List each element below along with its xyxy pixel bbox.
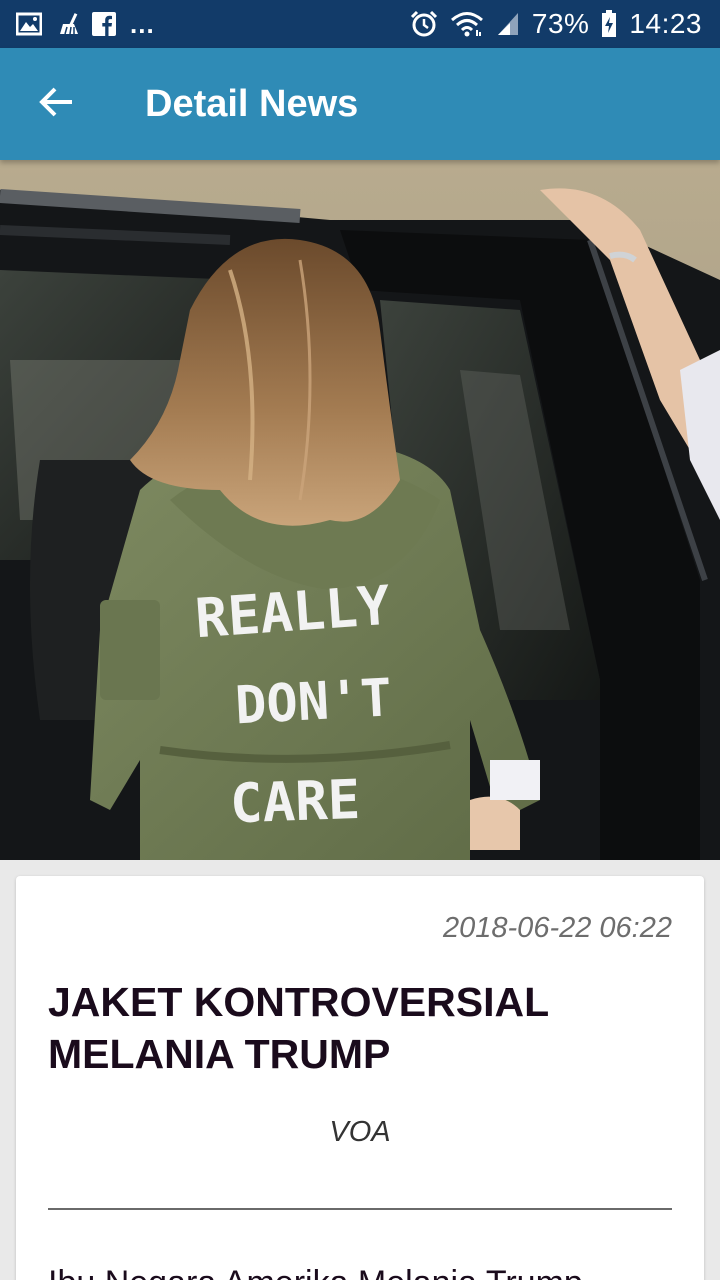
back-button[interactable] bbox=[0, 48, 112, 160]
facebook-icon bbox=[92, 12, 116, 36]
cell-signal-icon bbox=[496, 11, 520, 37]
article-card[interactable]: 2018-06-22 06:22 JAKET KONTROVERSIAL MEL… bbox=[16, 876, 704, 1280]
screen: ... 73% 14:23 Detail News REALLY DON'T C… bbox=[0, 0, 720, 1280]
article-date: 2018-06-22 06:22 bbox=[443, 912, 672, 944]
status-left: ... bbox=[16, 9, 155, 40]
article-photo: REALLY DON'T CARE bbox=[0, 160, 720, 860]
status-right: 73% 14:23 bbox=[410, 8, 702, 40]
broom-icon bbox=[54, 12, 80, 36]
wifi-icon bbox=[450, 10, 484, 38]
svg-text:DON'T: DON'T bbox=[234, 668, 393, 736]
alarm-icon bbox=[410, 10, 438, 38]
status-bar: ... 73% 14:23 bbox=[0, 0, 720, 48]
article-body: Ibu Negara Amerika Melania Trump bbox=[48, 1264, 672, 1280]
battery-percent: 73% bbox=[531, 8, 590, 39]
svg-text:CARE: CARE bbox=[229, 768, 361, 836]
app-title: Detail News bbox=[145, 82, 359, 125]
image-icon bbox=[16, 12, 42, 36]
article-title: JAKET KONTROVERSIAL MELANIA TRUMP bbox=[48, 979, 549, 1077]
clock: 14:23 bbox=[629, 8, 702, 39]
article-image: REALLY DON'T CARE bbox=[0, 160, 720, 860]
article-source: VOA bbox=[329, 1116, 391, 1148]
more-notifications: ... bbox=[130, 8, 155, 39]
app-bar: Detail News bbox=[0, 48, 720, 160]
arrow-left-icon bbox=[38, 86, 74, 123]
divider bbox=[48, 1208, 672, 1210]
battery-icon bbox=[601, 10, 617, 38]
